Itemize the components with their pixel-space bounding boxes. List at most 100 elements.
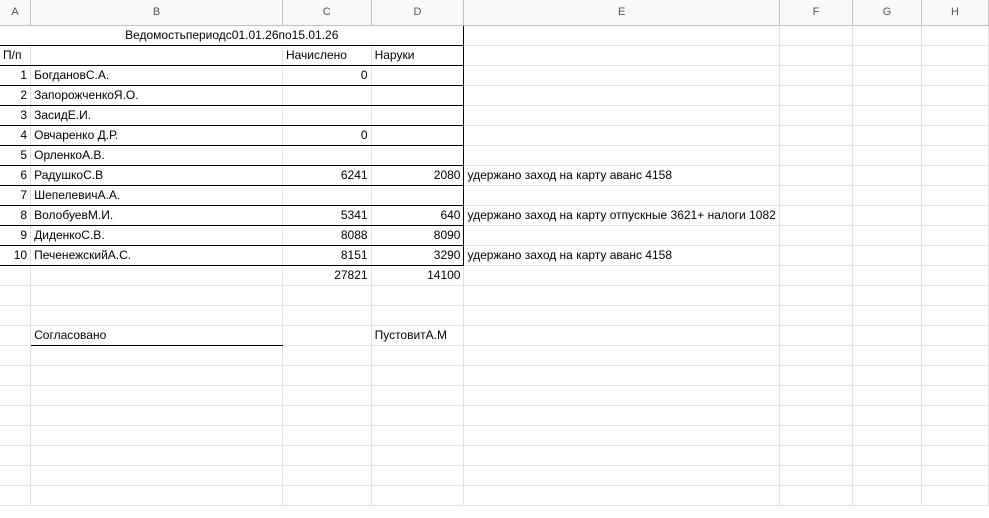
cell[interactable] [921, 225, 989, 246]
column-header-a[interactable]: A [0, 0, 32, 26]
employee-name[interactable]: ПеченежскийА.С. [30, 245, 283, 266]
cell[interactable] [921, 425, 989, 446]
cell[interactable] [921, 325, 989, 346]
cell[interactable] [30, 445, 283, 466]
cell[interactable] [779, 265, 854, 286]
cell[interactable] [371, 385, 465, 406]
cell[interactable] [921, 145, 989, 166]
cell[interactable] [0, 445, 32, 466]
cell[interactable] [463, 45, 780, 66]
column-header-g[interactable]: G [852, 0, 923, 26]
cell[interactable] [0, 385, 32, 406]
cell[interactable] [30, 345, 283, 366]
cell[interactable] [779, 25, 854, 46]
cell[interactable] [852, 65, 923, 86]
cell[interactable] [779, 225, 854, 246]
note-cell[interactable] [463, 85, 780, 106]
note-cell[interactable] [463, 185, 780, 206]
column-header-f[interactable]: F [779, 0, 854, 26]
approved-label[interactable]: Согласовано [30, 325, 283, 346]
cell[interactable] [852, 325, 923, 346]
note-cell[interactable]: удержано заход на карту аванс 4158 [463, 245, 780, 266]
sheet-title[interactable]: Ведомостьпериодс01.01.26по15.01.26 [0, 25, 465, 46]
employee-name[interactable]: ЗапорожченкоЯ.О. [30, 85, 283, 106]
note-cell[interactable]: удержано заход на карту аванс 4158 [463, 165, 780, 186]
cell[interactable] [282, 365, 372, 386]
header-name[interactable] [30, 45, 283, 66]
cell[interactable] [282, 345, 372, 366]
row-number[interactable]: 5 [0, 145, 32, 166]
cell[interactable] [779, 185, 854, 206]
accrued-value[interactable]: 0 [281, 65, 372, 86]
cash-value[interactable] [370, 145, 465, 166]
accrued-value[interactable]: 8088 [281, 225, 372, 246]
employee-name[interactable]: РадушкоС.В [30, 165, 283, 186]
accrued-value[interactable] [281, 145, 372, 166]
cell[interactable] [921, 205, 989, 226]
cell[interactable] [463, 265, 780, 286]
cell[interactable] [852, 365, 923, 386]
cell[interactable] [371, 465, 465, 486]
cell[interactable] [852, 465, 923, 486]
cell[interactable] [30, 285, 283, 306]
cell[interactable] [779, 445, 854, 466]
cell[interactable] [779, 165, 854, 186]
cell[interactable] [852, 265, 923, 286]
cell[interactable] [779, 45, 854, 66]
note-cell[interactable] [463, 145, 780, 166]
cell[interactable] [282, 325, 372, 346]
cell[interactable] [921, 45, 989, 66]
cash-value[interactable] [370, 185, 465, 206]
cell[interactable] [779, 105, 854, 126]
employee-name[interactable]: ШепелевичА.А. [30, 185, 283, 206]
column-header-b[interactable]: B [30, 0, 283, 26]
note-cell[interactable]: удержано заход на карту отпускные 3621+ … [463, 205, 780, 226]
cell[interactable] [463, 465, 780, 486]
cell[interactable] [921, 445, 989, 466]
cell[interactable] [0, 265, 32, 286]
row-number[interactable]: 8 [0, 205, 32, 226]
cell[interactable] [371, 345, 465, 366]
cell[interactable] [852, 105, 923, 126]
cell[interactable] [852, 305, 923, 326]
cell[interactable] [30, 305, 283, 326]
cell[interactable] [30, 265, 283, 286]
cell[interactable] [921, 165, 989, 186]
row-number[interactable]: 10 [0, 245, 32, 266]
cell[interactable] [282, 305, 372, 326]
cell[interactable] [921, 65, 989, 86]
cell[interactable] [779, 65, 854, 86]
column-header-h[interactable]: H [921, 0, 989, 26]
column-header-e[interactable]: E [463, 0, 780, 26]
cell[interactable] [0, 465, 32, 486]
cell[interactable] [282, 485, 372, 506]
row-number[interactable]: 3 [0, 105, 32, 126]
cell[interactable] [852, 445, 923, 466]
cell[interactable] [852, 245, 923, 266]
accrued-value[interactable] [281, 185, 372, 206]
accrued-value[interactable] [281, 105, 372, 126]
total-cash[interactable]: 14100 [371, 265, 465, 286]
cell[interactable] [779, 125, 854, 146]
cash-value[interactable] [370, 105, 465, 126]
total-accrued[interactable]: 27821 [282, 265, 372, 286]
accrued-value[interactable]: 6241 [281, 165, 372, 186]
row-number[interactable]: 6 [0, 165, 32, 186]
cell[interactable] [779, 325, 854, 346]
cell[interactable] [463, 385, 780, 406]
cell[interactable] [779, 345, 854, 366]
note-cell[interactable] [463, 125, 780, 146]
cell[interactable] [921, 305, 989, 326]
column-header-c[interactable]: C [282, 0, 372, 26]
employee-name[interactable]: ОрленкоА.В. [30, 145, 283, 166]
cell[interactable] [852, 45, 923, 66]
cell[interactable] [921, 405, 989, 426]
cell[interactable] [921, 85, 989, 106]
employee-name[interactable]: ВолобуевМ.И. [30, 205, 283, 226]
cell[interactable] [921, 365, 989, 386]
cash-value[interactable]: 640 [370, 205, 465, 226]
employee-name[interactable]: ДиденкоС.В. [30, 225, 283, 246]
cell[interactable] [852, 165, 923, 186]
cell[interactable] [0, 305, 32, 326]
cash-value[interactable] [370, 65, 465, 86]
